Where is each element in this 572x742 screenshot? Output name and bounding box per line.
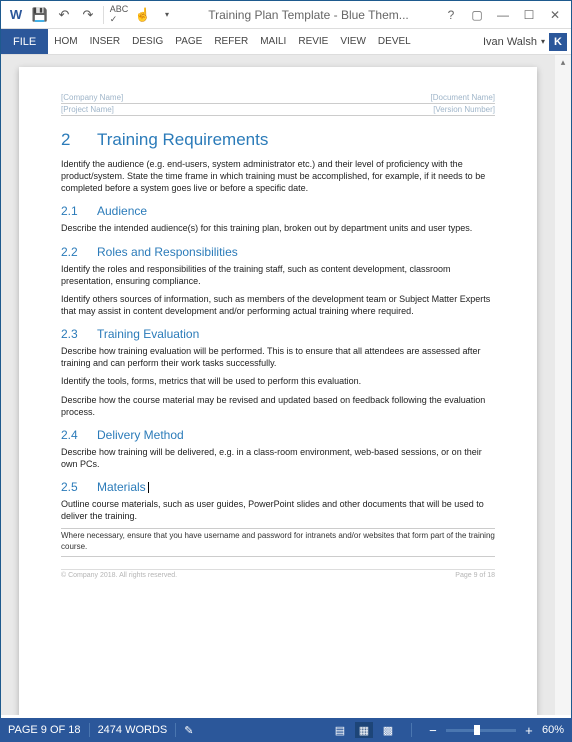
body-2-5[interactable]: Outline course materials, such as user g… — [61, 498, 495, 522]
zoom-in-button[interactable]: + — [522, 723, 536, 738]
user-account[interactable]: Ivan Walsh ▾ K — [483, 29, 571, 54]
footer-copyright: © Company 2018. All rights reserved. — [61, 572, 177, 579]
heading-2-1[interactable]: 2.1Audience — [61, 204, 495, 218]
document-page[interactable]: [Company Name] [Document Name] [Project … — [19, 67, 537, 715]
redo-button[interactable]: ↷ — [77, 4, 99, 26]
read-mode-button[interactable]: ▤ — [331, 722, 349, 738]
zoom-out-button[interactable]: − — [426, 723, 440, 738]
status-page[interactable]: PAGE 9 OF 18 — [8, 724, 81, 736]
zoom-slider[interactable] — [446, 729, 516, 732]
intro-paragraph[interactable]: Identify the audience (e.g. end-users, s… — [61, 158, 495, 194]
title-bar: W 💾 ↶ ↷ ABC✓ ☝ ▾ Training Plan Template … — [1, 1, 571, 29]
scroll-up-button[interactable]: ▴ — [556, 57, 570, 71]
window-title: Training Plan Template - Blue Them... — [178, 8, 439, 22]
tab-page-layout[interactable]: PAGE — [169, 29, 208, 54]
tab-design[interactable]: DESIG — [126, 29, 169, 54]
body-2-1[interactable]: Describe the intended audience(s) for th… — [61, 222, 495, 234]
window-controls: ? ▢ — ☐ ✕ — [439, 4, 567, 26]
spellcheck-button[interactable]: ABC✓ — [108, 4, 130, 26]
header-docname: [Document Name] — [431, 93, 495, 102]
page-viewport[interactable]: [Company Name] [Document Name] [Project … — [1, 55, 555, 715]
tab-developer[interactable]: DEVEL — [372, 29, 417, 54]
chevron-down-icon: ▾ — [541, 37, 545, 46]
heading-2-4[interactable]: 2.4Delivery Method — [61, 428, 495, 442]
tab-review[interactable]: REVIE — [292, 29, 334, 54]
status-right: ▤ ▦ ▩ − + 60% — [331, 722, 564, 738]
header-project: [Project Name] — [61, 105, 114, 114]
document-area: [Company Name] [Document Name] [Project … — [1, 55, 571, 715]
separator — [411, 723, 412, 737]
print-layout-button[interactable]: ▦ — [355, 722, 373, 738]
heading-2-5[interactable]: 2.5Materials — [61, 480, 495, 494]
tab-references[interactable]: REFER — [208, 29, 254, 54]
header-version: [Version Number] — [433, 105, 495, 114]
tab-file[interactable]: FILE — [1, 29, 48, 54]
status-bar: PAGE 9 OF 18 2474 WORDS ✎ ▤ ▦ ▩ − + 60% — [0, 718, 572, 742]
footnote-separator-bottom — [61, 556, 495, 557]
user-name: Ivan Walsh — [483, 36, 537, 48]
zoom-thumb[interactable] — [474, 725, 480, 735]
body-2-2a[interactable]: Identify the roles and responsibilities … — [61, 263, 495, 287]
heading-2-3[interactable]: 2.3Training Evaluation — [61, 327, 495, 341]
h1-number: 2 — [61, 130, 97, 150]
footnote-text[interactable]: Where necessary, ensure that you have us… — [61, 529, 495, 552]
quick-access-toolbar: W 💾 ↶ ↷ ABC✓ ☝ ▾ — [5, 4, 178, 26]
web-layout-button[interactable]: ▩ — [379, 722, 397, 738]
qat-customize-button[interactable]: ▾ — [156, 4, 178, 26]
text-cursor — [148, 482, 149, 493]
maximize-button[interactable]: ☐ — [517, 4, 541, 26]
header-company: [Company Name] — [61, 93, 123, 102]
status-word-count[interactable]: 2474 WORDS — [98, 724, 168, 736]
word-icon[interactable]: W — [5, 4, 27, 26]
user-badge: K — [549, 33, 567, 51]
body-2-3c[interactable]: Describe how the course material may be … — [61, 394, 495, 418]
h1-text: Training Requirements — [97, 130, 268, 149]
close-button[interactable]: ✕ — [543, 4, 567, 26]
tab-insert[interactable]: INSER — [84, 29, 127, 54]
body-2-2b[interactable]: Identify others sources of information, … — [61, 293, 495, 317]
body-2-3b[interactable]: Identify the tools, forms, metrics that … — [61, 375, 495, 387]
body-2-3a[interactable]: Describe how training evaluation will be… — [61, 345, 495, 369]
separator — [89, 723, 90, 737]
vertical-scrollbar[interactable]: ▴ — [555, 55, 571, 715]
tab-home[interactable]: HOM — [48, 29, 83, 54]
save-button[interactable]: 💾 — [29, 4, 51, 26]
tab-view[interactable]: VIEW — [334, 29, 372, 54]
page-header-row2: [Project Name] [Version Number] — [61, 105, 495, 116]
tab-mailings[interactable]: MAILI — [254, 29, 292, 54]
page-footer: © Company 2018. All rights reserved. Pag… — [61, 569, 495, 579]
separator — [103, 6, 104, 24]
undo-button[interactable]: ↶ — [53, 4, 75, 26]
heading-1[interactable]: 2Training Requirements — [61, 130, 495, 150]
ribbon-tabs: FILE HOM INSER DESIG PAGE REFER MAILI RE… — [1, 29, 571, 55]
proofing-icon[interactable]: ✎ — [184, 724, 193, 737]
separator — [175, 723, 176, 737]
help-button[interactable]: ? — [439, 4, 463, 26]
heading-2-2[interactable]: 2.2Roles and Responsibilities — [61, 245, 495, 259]
ribbon-options-button[interactable]: ▢ — [465, 4, 489, 26]
minimize-button[interactable]: — — [491, 4, 515, 26]
zoom-level[interactable]: 60% — [542, 724, 564, 736]
footer-page: Page 9 of 18 — [455, 572, 495, 579]
touch-mode-button[interactable]: ☝ — [132, 4, 154, 26]
page-header-row1: [Company Name] [Document Name] — [61, 93, 495, 104]
body-2-4[interactable]: Describe how training will be delivered,… — [61, 446, 495, 470]
